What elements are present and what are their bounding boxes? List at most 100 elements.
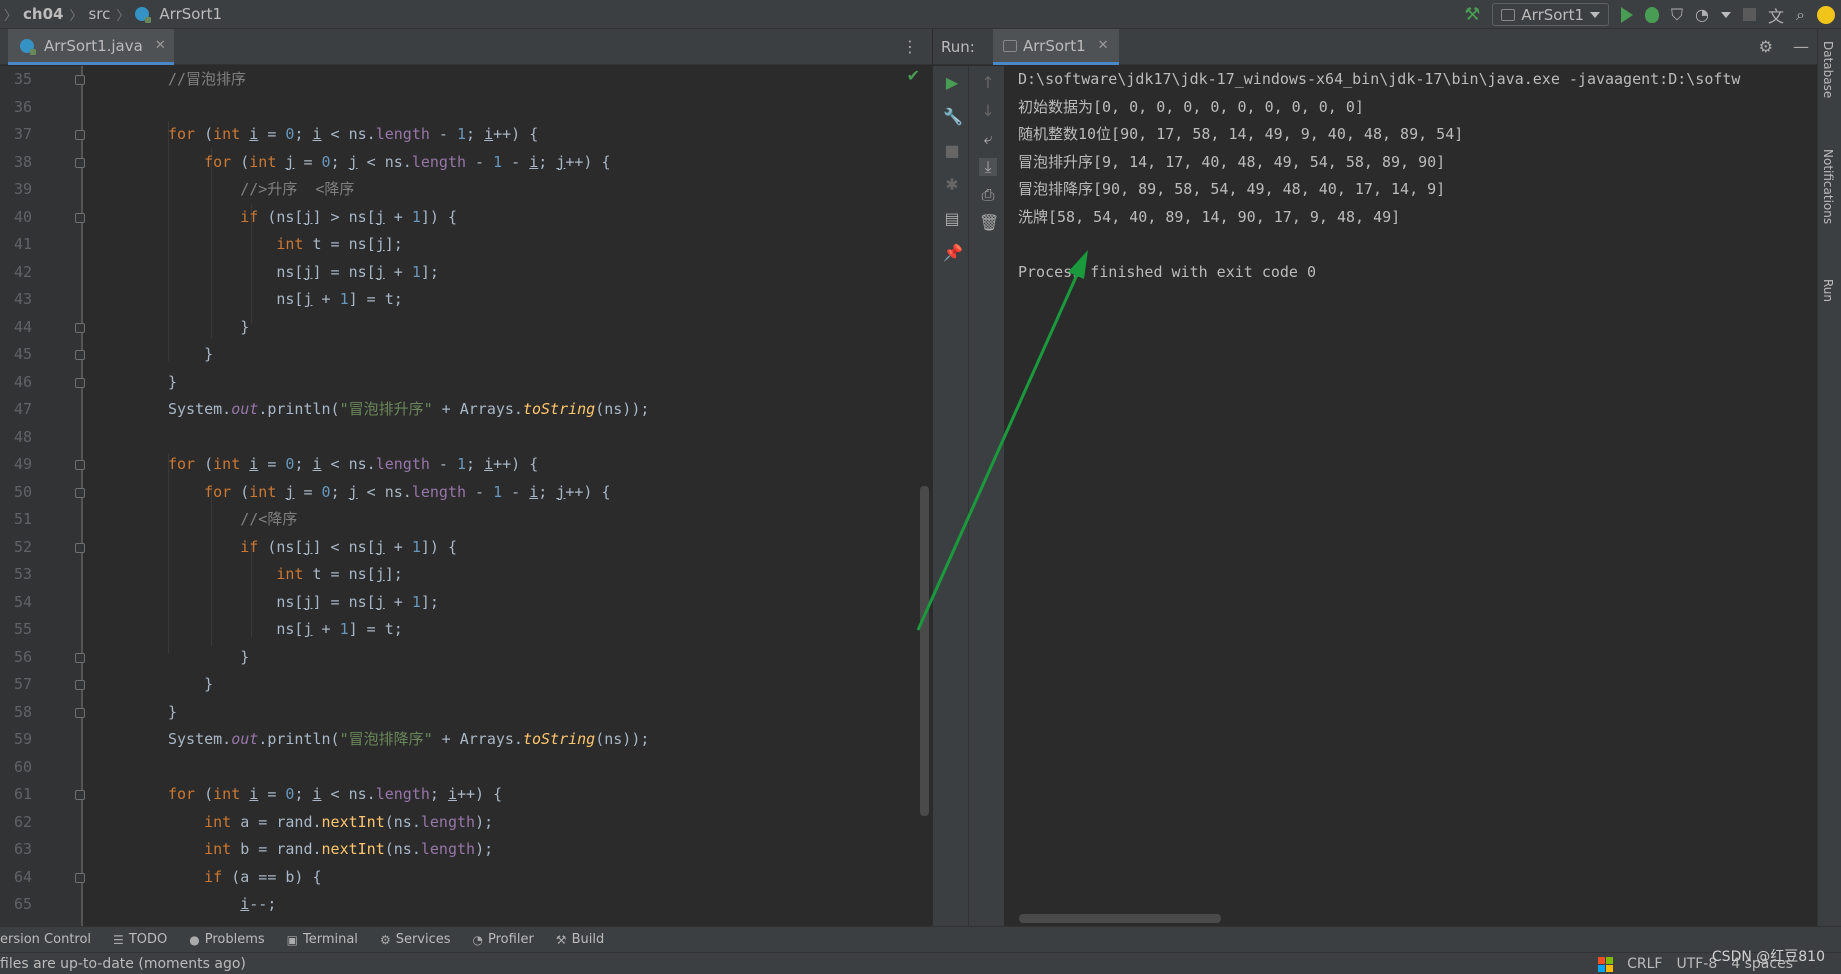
java-class-icon <box>135 7 152 23</box>
code-line: 55 ns[j + 1] = t; <box>14 620 403 638</box>
code-line: 60 <box>14 757 33 776</box>
inspection-ok-icon[interactable]: ✔ <box>907 66 920 85</box>
console-line: 随机整数10位[90, 17, 58, 14, 49, 9, 40, 48, 8… <box>1018 125 1464 143</box>
watermark: CSDN @红豆810 <box>1711 949 1825 965</box>
breadcrumb-file[interactable]: ArrSort1 <box>159 5 222 23</box>
editor-tab-arrsort1[interactable]: ArrSort1.java ✕ <box>8 29 174 65</box>
run-panel-header: Run: ArrSort1 ✕ ⚙ — <box>932 29 1817 65</box>
console-horizontal-scrollbar[interactable] <box>1019 914 1221 923</box>
run-panel-title: Run: <box>941 37 975 56</box>
pin-icon[interactable]: 📌 <box>943 244 963 262</box>
arrow-down-icon[interactable]: ↓ <box>979 102 997 120</box>
todo-label: TODO <box>128 932 168 947</box>
navigation-bar: 〉 ch04 〉 src 〉 ArrSort1 ⚒ ArrSort1 ⛉ ◔ 文… <box>0 0 1841 29</box>
wrench-icon[interactable]: 🔧 <box>943 108 963 126</box>
code-line: 57 } <box>14 675 214 693</box>
list-icon: ☰ <box>113 932 124 947</box>
code-lines: 35//冒泡排序 36 37 for (int i = 0; i < ns.len… <box>0 66 932 919</box>
breadcrumb: 〉 ch04 〉 src 〉 ArrSort1 <box>0 5 222 24</box>
version-control-tool[interactable]: ersion Control <box>0 932 91 947</box>
run-button[interactable] <box>1621 6 1634 23</box>
build-label: Build <box>571 932 605 947</box>
code-line: 36 <box>14 97 33 116</box>
code-line: 38 for (int j = 0; j < ns.length - 1 - i… <box>14 152 611 171</box>
chevron-right-icon: 〉 <box>69 8 83 24</box>
console-line: 洗牌[58, 54, 40, 89, 14, 90, 17, 9, 48, 49… <box>1018 207 1401 226</box>
chevron-right-icon: 〉 <box>4 8 18 24</box>
code-editor[interactable]: 35//冒泡排序 36 37 for (int i = 0; i < ns.len… <box>0 66 932 926</box>
code-line: 39 //>升序 <降序 <box>14 180 355 198</box>
run-configuration-selector[interactable]: ArrSort1 <box>1492 3 1610 26</box>
stop-button[interactable] <box>1743 8 1757 21</box>
status-bar: files are up-to-date (moments ago) CRLF … <box>0 952 1841 974</box>
terminal-tool[interactable]: ▣ Terminal <box>287 932 358 947</box>
minimize-icon[interactable]: — <box>1793 37 1809 56</box>
console-line: D:\software\jdk17\jdk-17_windows-x64_bin… <box>1018 70 1741 88</box>
coverage-button[interactable]: ⛉ <box>1671 5 1683 25</box>
terminal-label: Terminal <box>302 932 358 947</box>
code-line: 54 ns[j] = ns[j + 1]; <box>14 592 439 611</box>
more-options-icon[interactable]: ⋮ <box>902 37 918 56</box>
avatar[interactable] <box>1817 5 1835 24</box>
console-output[interactable]: D:\software\jdk17\jdk-17_windows-x64_bin… <box>1004 66 1817 926</box>
info-icon: ● <box>189 932 200 947</box>
breadcrumb-project[interactable]: ch04 <box>23 5 63 23</box>
code-line: 58} <box>14 702 178 721</box>
gear-icon[interactable]: ⚙ <box>1759 37 1773 56</box>
stop-icon[interactable]: ■ <box>943 142 961 160</box>
code-line: 43 ns[j + 1] = t; <box>14 290 403 308</box>
windows-logo-icon <box>1598 956 1614 972</box>
console-line: 初始数据为[0, 0, 0, 0, 0, 0, 0, 0, 0, 0] <box>1018 97 1364 116</box>
print-icon[interactable]: ⎙ <box>979 186 997 204</box>
chevron-right-icon: 〉 <box>116 8 130 24</box>
run-tool-button[interactable]: Run <box>1821 279 1835 302</box>
search-icon[interactable]: ⌕ <box>1796 5 1805 25</box>
code-line: 46} <box>14 372 178 391</box>
build-tool[interactable]: ⚒ Build <box>556 932 604 947</box>
soft-wrap-icon[interactable]: ⤶ <box>979 130 997 148</box>
scroll-to-end-icon[interactable]: ⤓ <box>979 158 997 176</box>
code-line: 40 if (ns[j] > ns[j + 1]) { <box>14 207 457 226</box>
services-tool[interactable]: ⚙ Services <box>380 932 451 947</box>
code-line: 63 int b = rand.nextInt(ns.length); <box>14 840 494 858</box>
build-hammer-icon[interactable]: ⚒ <box>1464 4 1480 25</box>
status-message[interactable]: files are up-to-date (moments ago) <box>0 956 246 972</box>
notifications-tool-button[interactable]: Notifications <box>1821 149 1835 224</box>
more-run-options-icon[interactable] <box>1721 11 1732 18</box>
editor-tab-bar: ArrSort1.java ✕ ⋮ <box>0 29 932 65</box>
run-config-label: ArrSort1 <box>1521 5 1585 24</box>
close-icon[interactable]: ✕ <box>155 38 166 53</box>
hammer-icon: ⚒ <box>555 932 567 947</box>
line-separator-widget[interactable]: CRLF <box>1627 956 1662 972</box>
debug-button[interactable] <box>1645 6 1660 23</box>
translate-icon[interactable]: 文 <box>1768 3 1784 27</box>
run-toolbar: ▶ 🔧 ■ ✱ ▤ 📌 ↑ ↓ ⤶ ⤓ ⎙ 🗑 <box>932 66 1005 926</box>
dropdown-arrow-icon <box>1590 11 1601 18</box>
editor-scrollbar[interactable] <box>920 486 929 816</box>
code-line: 50 for (int j = 0; j < ns.length - 1 - i… <box>14 482 611 501</box>
run-tab-arrsort1[interactable]: ArrSort1 ✕ <box>993 29 1119 65</box>
code-line: 65 i--; <box>14 895 277 913</box>
trash-icon[interactable]: 🗑 <box>979 214 999 232</box>
services-icon: ⚙ <box>379 932 391 947</box>
todo-tool[interactable]: ☰ TODO <box>113 932 167 947</box>
code-line: 62 int a = rand.nextInt(ns.length); <box>14 812 494 831</box>
editor-tab-label: ArrSort1.java <box>44 36 143 55</box>
database-tool-button[interactable]: Database <box>1821 41 1835 98</box>
console-line: Process finished with exit code 0 <box>1018 262 1317 281</box>
code-line: 61 for (int i = 0; i < ns.length; i++) { <box>14 785 503 803</box>
close-icon[interactable]: ✕ <box>1098 38 1109 53</box>
profile-button[interactable]: ◔ <box>1695 5 1709 24</box>
layout-icon[interactable]: ▤ <box>943 210 961 228</box>
arrow-up-icon[interactable]: ↑ <box>979 74 997 92</box>
debug-disabled-icon[interactable]: ✱ <box>943 176 961 194</box>
code-line: 45 } <box>14 345 214 363</box>
code-line: 48 <box>14 427 33 446</box>
profiler-tool[interactable]: ◔ Profiler <box>473 932 534 947</box>
rerun-icon[interactable]: ▶ <box>943 74 961 92</box>
problems-tool[interactable]: ● Problems <box>189 932 264 947</box>
code-line: 44 } <box>14 317 250 336</box>
breadcrumb-folder[interactable]: src <box>88 5 110 23</box>
services-label: Services <box>395 932 451 947</box>
